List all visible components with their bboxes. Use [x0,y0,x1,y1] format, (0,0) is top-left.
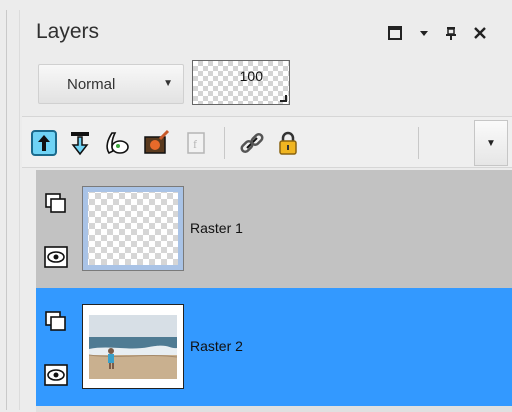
new-adjustment-layer-icon[interactable]: f [182,129,210,157]
close-icon[interactable] [469,22,491,44]
pin-icon[interactable] [440,22,462,44]
panel-bottom-edge [36,406,512,412]
eye-icon[interactable] [44,364,68,386]
dropdown-icon[interactable] [413,22,435,44]
layer-row[interactable]: Raster 2 [36,288,512,406]
eye-icon[interactable] [44,246,68,268]
chevron-down-icon: ▼ [486,137,496,149]
new-mask-layer-icon[interactable] [142,129,170,157]
svg-text:f: f [193,137,197,151]
maximize-icon[interactable] [384,22,406,44]
layers-panel: Layers Normal ▼ 100 f ▼ Raster 1 Raster … [0,0,512,412]
panel-titlebar: Layers [20,0,512,58]
layer-group-icon[interactable] [44,192,68,214]
opacity-field[interactable]: 100 [192,60,290,105]
panel-grip[interactable] [6,10,20,410]
layer-thumbnail[interactable] [82,304,184,389]
toolbar-overflow-button[interactable]: ▼ [474,120,508,166]
move-layer-up-icon[interactable] [30,129,58,157]
toolbar-divider [224,127,225,159]
layer-list: Raster 1 Raster 2 [36,170,512,410]
chevron-down-icon: ▼ [163,78,173,89]
new-raster-layer-icon[interactable] [102,129,130,157]
panel-title: Layers [36,20,100,43]
blend-mode-select[interactable]: Normal ▼ [38,64,184,104]
layer-name: Raster 1 [190,220,243,236]
beach-photo [89,315,177,379]
layer-row[interactable]: Raster 1 [36,170,512,288]
blend-mode-value: Normal [67,76,116,93]
link-icon[interactable] [238,129,266,157]
layer-group-icon[interactable] [44,310,68,332]
move-layer-down-icon[interactable] [66,129,94,157]
lock-icon[interactable] [274,129,302,157]
layer-thumbnail[interactable] [82,186,184,271]
layers-toolbar: f ▼ [22,116,512,168]
layer-name: Raster 2 [190,338,243,354]
resize-corner-icon [280,95,287,102]
opacity-value: 100 [239,68,263,84]
toolbar-divider [418,127,419,159]
